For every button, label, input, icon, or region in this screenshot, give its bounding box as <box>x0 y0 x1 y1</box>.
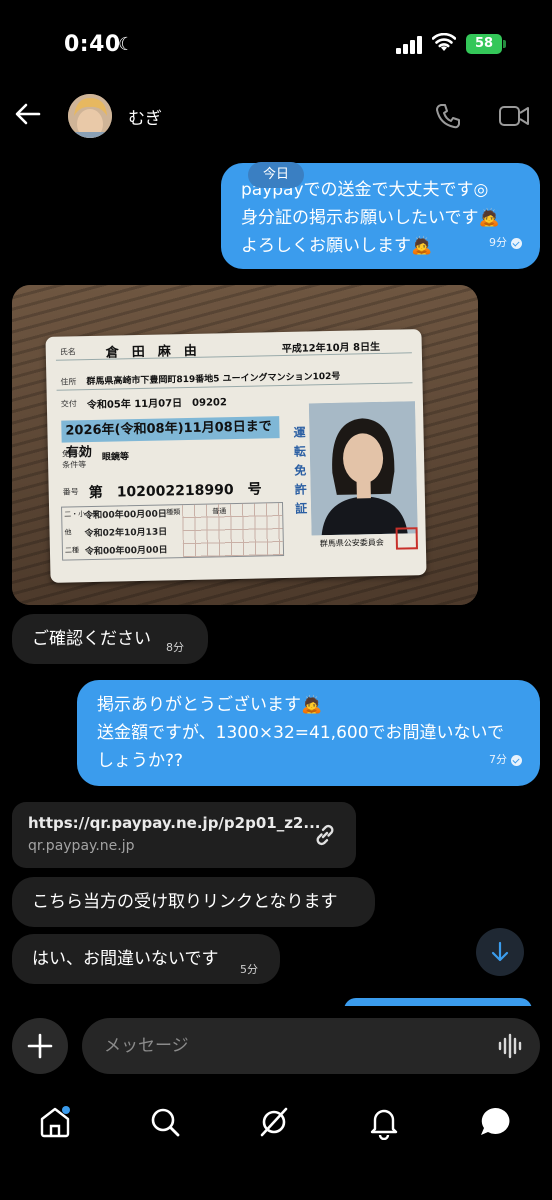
home-icon[interactable] <box>37 1104 73 1140</box>
message-time: 8分 <box>166 641 184 654</box>
message-time: 7分 <box>489 753 507 766</box>
message-line: 身分証の掲示お願いしたいです🙇 <box>241 208 500 228</box>
message-text: はい、お間違いないです <box>32 949 219 969</box>
link-preview-bubble[interactable]: https://qr.paypay.ne.jp/p2p01_z2... qr.p… <box>12 802 356 868</box>
message-line: 掲示ありがとうございます🙇 <box>97 695 323 715</box>
message-text: ご確認ください <box>32 629 151 649</box>
messages-icon[interactable] <box>477 1104 513 1140</box>
bell-icon[interactable] <box>366 1104 402 1140</box>
voice-waveform-icon[interactable] <box>498 1032 524 1060</box>
address-label: 住所 <box>60 377 77 387</box>
number-label: 番号 <box>62 487 79 497</box>
battery-indicator: 58 <box>466 34 502 54</box>
cellular-signal-icon <box>396 36 422 54</box>
read-check-icon <box>511 754 522 766</box>
moon-icon: ☾ <box>118 34 135 55</box>
issued-label: 交付 <box>60 399 77 409</box>
scroll-to-bottom-button[interactable] <box>476 928 524 976</box>
link-icon <box>316 824 334 846</box>
message-meta: 9分 <box>489 229 522 257</box>
history-date: 令和00年00月00日 <box>84 545 168 558</box>
message-line: 送金額ですが、1300×32=41,600でお間違いないで <box>97 723 505 743</box>
arrow-down-icon <box>491 941 509 962</box>
license-birth: 平成12年10月 8日生 <box>281 341 381 356</box>
license-name: 倉 田 麻 由 <box>105 343 197 361</box>
message-line: よろしくお願いします🙇 <box>241 236 433 256</box>
license-title: 運転免許証 <box>293 425 308 516</box>
clock: 0:40 <box>64 32 121 57</box>
message-input[interactable] <box>82 1018 540 1074</box>
drivers-license-card: 氏名 倉 田 麻 由 平成12年10月 8日生 住所 群馬県高崎市下豊岡町819… <box>45 329 427 583</box>
grok-icon[interactable] <box>256 1104 292 1140</box>
history-date: 令和02年10月13日 <box>84 527 168 540</box>
message-text: こちら当方の受け取りリンクとなります <box>32 892 338 912</box>
attach-button[interactable] <box>12 1018 68 1074</box>
license-expiry: 2026年(令和08年)11月08日まで有効 <box>61 416 280 461</box>
message-line: しょうか?? <box>97 751 184 771</box>
license-photo[interactable]: 氏名 倉 田 麻 由 平成12年10月 8日生 住所 群馬県高崎市下豊岡町819… <box>12 285 478 605</box>
message-time: 9分 <box>489 236 507 249</box>
history-table: 二・小・原 他 二種 令和00年00月00日 令和02年10月13日 令和00年… <box>61 502 285 561</box>
back-arrow-icon[interactable] <box>14 100 42 128</box>
avatar[interactable] <box>68 94 112 138</box>
class-grid <box>182 503 284 558</box>
message-meta: 7分 <box>489 746 522 774</box>
message-time: 5分 <box>240 963 258 976</box>
history-date: 令和00年00月00日 <box>84 509 167 522</box>
phone-icon[interactable] <box>434 102 462 130</box>
wifi-icon <box>432 33 456 51</box>
link-url[interactable]: https://qr.paypay.ne.jp/p2p01_z2... <box>28 814 320 832</box>
incoming-message-bubble[interactable]: ご確認ください 8分 <box>12 614 208 664</box>
license-number: 第 102002218990 号 <box>88 481 262 502</box>
video-call-icon[interactable] <box>498 102 530 130</box>
date-separator: 今日 <box>248 162 304 188</box>
license-issuer: 群馬県公安委員会 <box>319 537 384 549</box>
battery-tip <box>503 40 506 48</box>
conditions-label: 免許の条件等 <box>61 449 87 470</box>
contact-name[interactable]: むぎ <box>128 104 162 129</box>
seal-stamp <box>395 527 418 550</box>
incoming-message-bubble[interactable]: こちら当方の受け取りリンクとなります <box>12 877 375 927</box>
incoming-message-bubble[interactable]: はい、お間違いないです 5分 <box>12 934 280 984</box>
tab-bar <box>0 1090 552 1200</box>
search-icon[interactable] <box>147 1104 183 1140</box>
outgoing-message-bubble[interactable]: 掲示ありがとうございます🙇 送金額ですが、1300×32=41,600でお間違い… <box>77 680 540 786</box>
read-check-icon <box>511 237 522 249</box>
status-bar: 0:40 ☾ 58 <box>0 0 552 90</box>
chat-header: むぎ <box>0 90 552 150</box>
license-portrait <box>308 401 418 536</box>
link-domain: qr.paypay.ne.jp <box>28 838 135 854</box>
name-label: 氏名 <box>59 347 76 357</box>
license-conditions: 眼鏡等 <box>101 452 130 463</box>
license-issued: 令和05年 11月07日 09202 <box>86 397 228 412</box>
plus-icon <box>27 1033 53 1059</box>
